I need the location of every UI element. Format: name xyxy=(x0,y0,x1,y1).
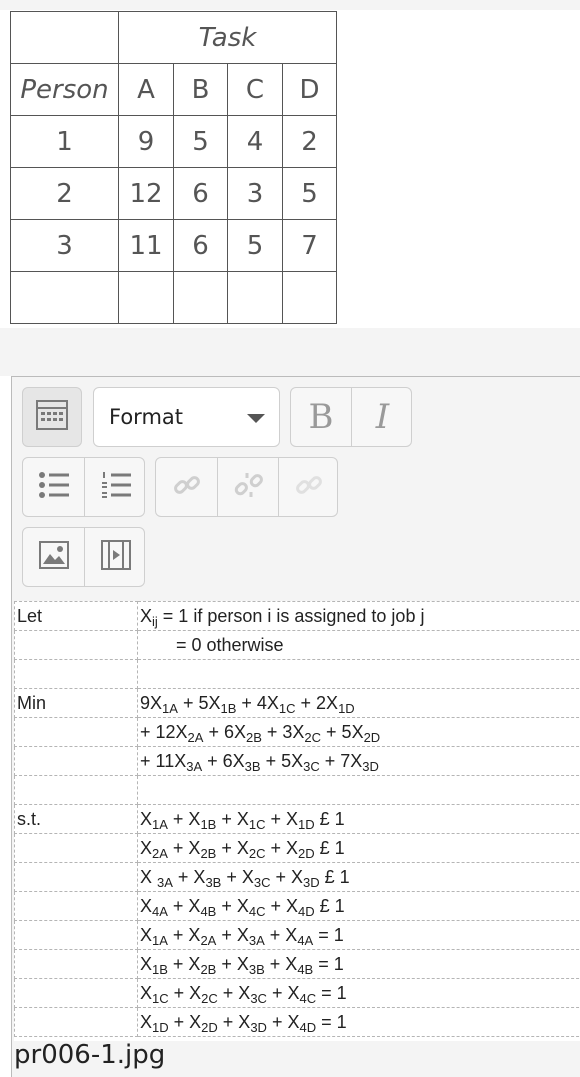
cost-cell: 7 xyxy=(283,220,337,272)
constraint-line: X2A + X2B + X2C + X2D £ 1 xyxy=(138,834,580,863)
constraint-line: X1D + X2D + X3D + X4D = 1 xyxy=(138,1008,580,1037)
person-cell: 2 xyxy=(11,168,119,220)
column-header: C xyxy=(228,64,283,116)
person-cell: 1 xyxy=(11,116,119,168)
media-group xyxy=(22,527,145,587)
table-row: + 12X2A + 6X2B + 3X2C + 5X2D xyxy=(15,718,580,747)
bullet-list-icon xyxy=(38,470,70,504)
objective-line: + 12X2A + 6X2B + 3X2C + 5X2D xyxy=(138,718,580,747)
empty-cell xyxy=(119,272,174,324)
link-icon xyxy=(172,470,202,504)
person-header: Person xyxy=(11,64,119,116)
cost-cell: 12 xyxy=(119,168,174,220)
italic-button[interactable]: I xyxy=(351,388,413,446)
constraint-line: X 3A + X3B + X3C + X3D £ 1 xyxy=(138,863,580,892)
media-icon xyxy=(101,540,131,574)
empty-cell xyxy=(228,272,283,324)
table-row: Min 9X1A + 5X1B + 4X1C + 2X1D xyxy=(15,689,580,718)
empty-cell xyxy=(174,272,228,324)
image-caption: pr006-1.jpg xyxy=(14,1040,165,1070)
show-more-buttons[interactable] xyxy=(22,387,82,447)
table-row: X1B + X2B + X3B + X4B = 1 xyxy=(15,950,580,979)
cost-cell: 2 xyxy=(283,116,337,168)
manage-files-icon xyxy=(294,470,324,504)
cost-cell: 9 xyxy=(119,116,174,168)
table-row: 1 9 5 4 2 xyxy=(11,116,337,168)
table-row: X 3A + X3B + X3C + X3D £ 1 xyxy=(15,863,580,892)
table-row: + 11X3A + 6X3B + 5X3C + 7X3D xyxy=(15,747,580,776)
link-button[interactable] xyxy=(156,458,217,516)
table-row: 2 12 6 3 5 xyxy=(11,168,337,220)
cost-cell: 4 xyxy=(228,116,283,168)
formulation-table: Let Xij = 1 if person i is assigned to j… xyxy=(14,601,580,1037)
table-row: = 0 otherwise xyxy=(15,631,580,660)
cost-cell: 5 xyxy=(283,168,337,220)
variable-definition-otherwise: = 0 otherwise xyxy=(138,631,580,660)
unlink-icon xyxy=(234,470,264,504)
bullet-list-button[interactable] xyxy=(23,458,84,516)
show-more-icon xyxy=(36,400,68,434)
column-header: A xyxy=(119,64,174,116)
let-label: Let xyxy=(15,602,138,631)
column-header: D xyxy=(283,64,337,116)
constraint-line: X4A + X4B + X4C + X4D £ 1 xyxy=(138,892,580,921)
cost-cell: 5 xyxy=(174,116,228,168)
assignment-table: Task Person A B C D 1 9 5 4 2 2 12 6 3 5… xyxy=(10,11,337,324)
insert-media-button[interactable] xyxy=(84,528,146,586)
manage-files-button[interactable] xyxy=(278,458,339,516)
chevron-down-icon xyxy=(247,414,265,423)
cost-cell: 3 xyxy=(228,168,283,220)
page-gap xyxy=(0,330,580,376)
format-dropdown[interactable]: Format xyxy=(93,387,280,447)
constraint-line: X1C + X2C + X3C + X4C = 1 xyxy=(138,979,580,1008)
empty-cell xyxy=(283,272,337,324)
bold-icon: B xyxy=(309,397,334,437)
table-row: X4A + X4B + X4C + X4D £ 1 xyxy=(15,892,580,921)
italic-icon: I xyxy=(376,397,389,437)
cost-cell: 6 xyxy=(174,220,228,272)
unlink-button[interactable] xyxy=(217,458,279,516)
table-row xyxy=(15,660,580,689)
editor-content[interactable]: Let Xij = 1 if person i is assigned to j… xyxy=(14,601,580,1041)
constraint-line: X1A + X1B + X1C + X1D £ 1 xyxy=(138,805,580,834)
insert-image-button[interactable] xyxy=(23,528,84,586)
image-icon xyxy=(39,541,69,573)
table-row: X2A + X2B + X2C + X2D £ 1 xyxy=(15,834,580,863)
empty-cell xyxy=(11,272,119,324)
table-row: X1C + X2C + X3C + X4C = 1 xyxy=(15,979,580,1008)
table-row: Let Xij = 1 if person i is assigned to j… xyxy=(15,602,580,631)
task-header: Task xyxy=(119,12,337,64)
table-row xyxy=(15,776,580,805)
numbered-list-button[interactable] xyxy=(84,458,146,516)
link-group xyxy=(155,457,338,517)
numbered-list-icon xyxy=(100,470,132,504)
text-style-group: B I xyxy=(290,387,412,447)
table-row: X1A + X2A + X3A + X4A = 1 xyxy=(15,921,580,950)
rich-text-editor: Format B I xyxy=(11,376,580,1077)
column-header: B xyxy=(174,64,228,116)
cost-cell: 5 xyxy=(228,220,283,272)
table-row: 3 11 6 5 7 xyxy=(11,220,337,272)
table-row: X1D + X2D + X3D + X4D = 1 xyxy=(15,1008,580,1037)
person-cell: 3 xyxy=(11,220,119,272)
list-group xyxy=(22,457,145,517)
table-row: s.t. X1A + X1B + X1C + X1D £ 1 xyxy=(15,805,580,834)
variable-definition: Xij = 1 if person i is assigned to job j xyxy=(138,602,580,631)
bold-button[interactable]: B xyxy=(291,388,351,446)
min-label: Min xyxy=(15,689,138,718)
st-label: s.t. xyxy=(15,805,138,834)
constraint-line: X1A + X2A + X3A + X4A = 1 xyxy=(138,921,580,950)
cost-cell: 11 xyxy=(119,220,174,272)
table-corner-cell xyxy=(11,12,119,64)
objective-line: + 11X3A + 6X3B + 5X3C + 7X3D xyxy=(138,747,580,776)
table-row xyxy=(11,272,337,324)
objective-line: 9X1A + 5X1B + 4X1C + 2X1D xyxy=(138,689,580,718)
format-label: Format xyxy=(109,405,183,429)
constraint-line: X1B + X2B + X3B + X4B = 1 xyxy=(138,950,580,979)
cost-cell: 6 xyxy=(174,168,228,220)
